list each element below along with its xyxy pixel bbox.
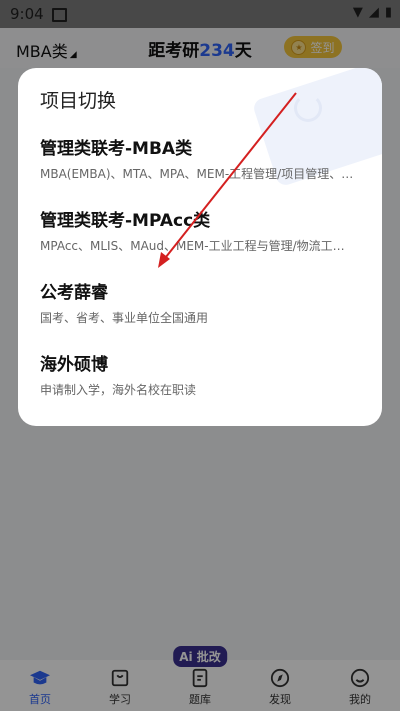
project-option-civil-service[interactable]: 公考薛睿 国考、省考、事业单位全国通用 bbox=[40, 278, 360, 326]
option-title: 管理类联考-MBA类 bbox=[40, 139, 193, 159]
option-subtitle: MPAcc、MLIS、MAud、MEM-工业工程与管理/物流工程与管理 bbox=[40, 239, 355, 253]
option-title: 管理类联考-MPAcc类 bbox=[40, 211, 211, 231]
option-title: 公考薛睿 bbox=[40, 283, 108, 303]
option-title: 海外硕博 bbox=[40, 355, 108, 375]
decorative-ring bbox=[294, 94, 322, 122]
option-subtitle: 申请制入学，海外名校在职读 bbox=[40, 383, 197, 397]
project-option-mpacc[interactable]: 管理类联考-MPAcc类 MPAcc、MLIS、MAud、MEM-工业工程与管理… bbox=[40, 206, 360, 254]
project-option-overseas[interactable]: 海外硕博 申请制入学，海外名校在职读 bbox=[40, 350, 360, 398]
dialog-title: 项目切换 bbox=[40, 90, 117, 112]
project-option-mba[interactable]: 管理类联考-MBA类 MBA(EMBA)、MTA、MPA、MEM-工程管理/项目… bbox=[40, 134, 360, 182]
option-subtitle: 国考、省考、事业单位全国通用 bbox=[40, 311, 209, 325]
option-subtitle: MBA(EMBA)、MTA、MPA、MEM-工程管理/项目管理、MPAcc... bbox=[40, 167, 355, 181]
project-switch-dialog: 项目切换 管理类联考-MBA类 MBA(EMBA)、MTA、MPA、MEM-工程… bbox=[18, 68, 382, 426]
